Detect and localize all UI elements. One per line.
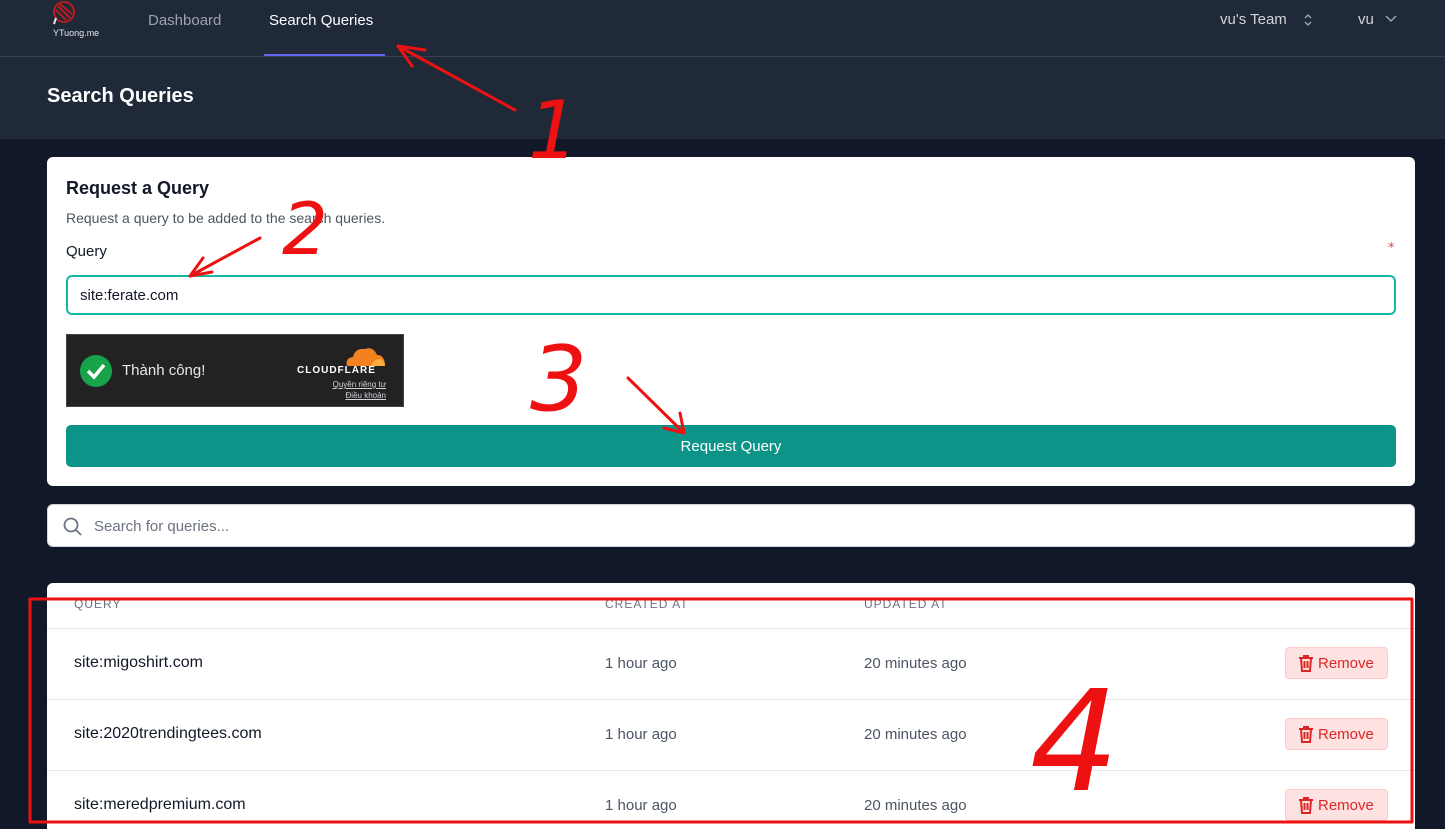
captcha-status: Thành công! <box>122 362 206 379</box>
top-navigation: YTuong.me Dashboard Search Queries vu's … <box>0 0 1445 57</box>
page-title: Search Queries <box>47 85 194 107</box>
column-header-query: QUERY <box>74 597 122 611</box>
search-input[interactable] <box>94 515 1394 537</box>
terms-link[interactable]: Điều khoản <box>346 391 386 400</box>
cloudflare-captcha[interactable]: Thành công! CLOUDFLARE Quyền riêng tư Đi… <box>66 334 404 407</box>
column-header-created: CREATED AT <box>605 597 689 611</box>
user-menu[interactable]: vu <box>1358 11 1374 28</box>
created-cell: 1 hour ago <box>605 726 677 743</box>
queries-table: QUERY CREATED AT UPDATED AT site:migoshi… <box>47 583 1415 829</box>
search-bar <box>47 504 1415 547</box>
created-cell: 1 hour ago <box>605 797 677 814</box>
logo-icon <box>53 1 75 25</box>
privacy-link[interactable]: Quyền riêng tư <box>333 380 386 389</box>
query-cell: site:migoshirt.com <box>74 654 203 671</box>
query-cell: site:2020trendingtees.com <box>74 725 262 742</box>
required-marker: * <box>1388 241 1395 256</box>
check-circle-icon <box>80 355 112 387</box>
query-cell: site:meredpremium.com <box>74 796 246 813</box>
request-query-button[interactable]: Request Query <box>66 425 1396 467</box>
remove-label: Remove <box>1318 725 1374 743</box>
trash-icon <box>1299 655 1313 672</box>
updated-cell: 20 minutes ago <box>864 726 967 743</box>
query-label: Query <box>66 243 107 260</box>
page-header <box>0 57 1445 139</box>
request-query-card: Request a Query Request a query to be ad… <box>47 157 1415 486</box>
chevron-up-down-icon[interactable] <box>1302 12 1314 28</box>
column-header-updated: UPDATED AT <box>864 597 948 611</box>
search-icon <box>63 517 82 536</box>
remove-button[interactable]: Remove <box>1285 647 1388 679</box>
table-row: site:meredpremium.com 1 hour ago 20 minu… <box>47 771 1415 829</box>
nav-search-queries[interactable]: Search Queries <box>269 12 373 29</box>
updated-cell: 20 minutes ago <box>864 655 967 672</box>
remove-button[interactable]: Remove <box>1285 789 1388 821</box>
card-title: Request a Query <box>66 178 210 198</box>
trash-icon <box>1299 797 1313 814</box>
trash-icon <box>1299 726 1313 743</box>
remove-label: Remove <box>1318 796 1374 814</box>
remove-label: Remove <box>1318 654 1374 672</box>
card-subtitle: Request a query to be added to the searc… <box>66 210 386 226</box>
updated-cell: 20 minutes ago <box>864 797 967 814</box>
created-cell: 1 hour ago <box>605 655 677 672</box>
query-input[interactable] <box>66 275 1396 315</box>
remove-button[interactable]: Remove <box>1285 718 1388 750</box>
chevron-down-icon[interactable] <box>1384 13 1398 25</box>
team-switcher[interactable]: vu's Team <box>1220 11 1287 28</box>
table-row: site:migoshirt.com 1 hour ago 20 minutes… <box>47 629 1415 700</box>
cloudflare-brand: CLOUDFLARE <box>297 365 376 376</box>
logo-text: YTuong.me <box>53 28 100 38</box>
logo[interactable]: YTuong.me <box>44 0 104 42</box>
table-row: site:2020trendingtees.com 1 hour ago 20 … <box>47 700 1415 771</box>
active-tab-indicator <box>264 54 385 56</box>
nav-dashboard[interactable]: Dashboard <box>148 12 221 29</box>
